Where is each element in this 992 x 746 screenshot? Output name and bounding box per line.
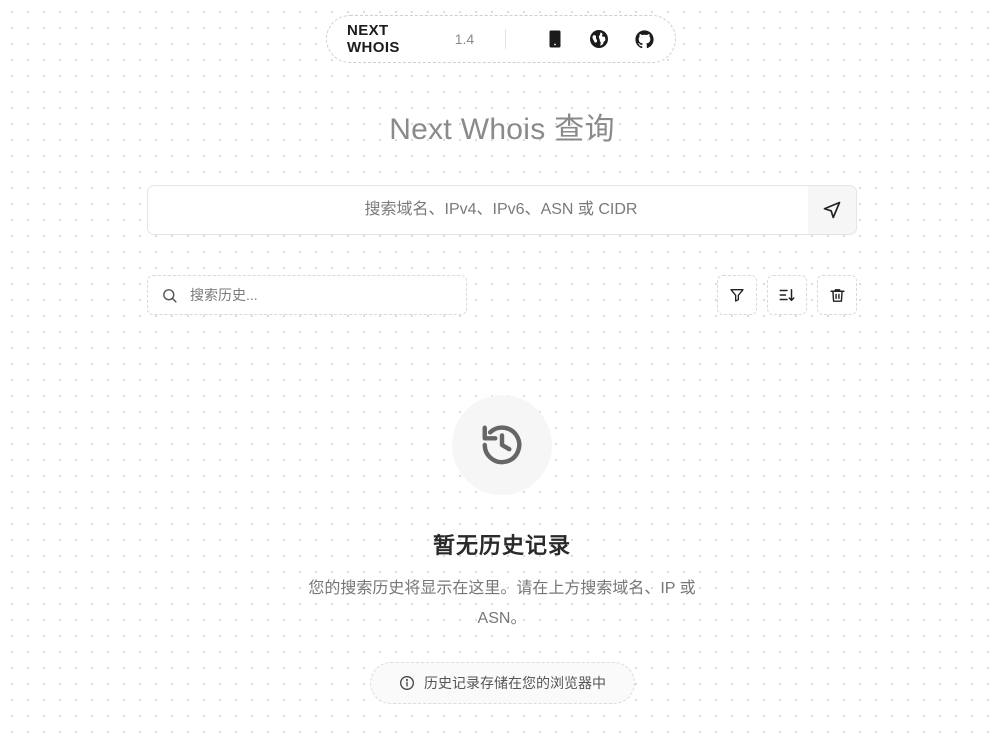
empty-state-title: 暂无历史记录 [432,533,571,558]
github-icon[interactable] [633,28,655,50]
sort-icon [779,289,795,301]
trash-icon [829,288,845,302]
storage-note-text: 历史记录存储在您的浏览器中 [424,675,606,691]
top-nav: NEXT WHOIS 1.4 [326,15,676,63]
phone-icon[interactable] [544,28,566,50]
history-search-input[interactable] [188,286,452,304]
info-icon [400,676,414,690]
send-icon [823,201,841,219]
history-icon [482,425,522,465]
main-search-bar [147,185,857,235]
empty-state-icon-wrap [452,395,552,495]
page-title: Next Whois 查询 [389,113,615,146]
sort-button[interactable] [767,275,807,315]
nav-divider [505,29,507,49]
whois-search-input[interactable] [148,186,808,234]
storage-note-badge: 历史记录存储在您的浏览器中 [370,662,635,704]
empty-state-description: 您的搜索历史将显示在这里。请在上方搜索域名、IP 或 ASN。 [308,580,696,627]
brand-name[interactable]: NEXT WHOIS [347,22,446,56]
version-label: 1.4 [454,31,475,47]
clear-history-button[interactable] [817,275,857,315]
search-icon [163,288,177,303]
filter-icon [730,289,744,302]
globe-icon[interactable] [588,28,610,50]
submit-search-button[interactable] [808,186,856,234]
filter-button[interactable] [717,275,757,315]
history-search-bar [147,275,467,315]
